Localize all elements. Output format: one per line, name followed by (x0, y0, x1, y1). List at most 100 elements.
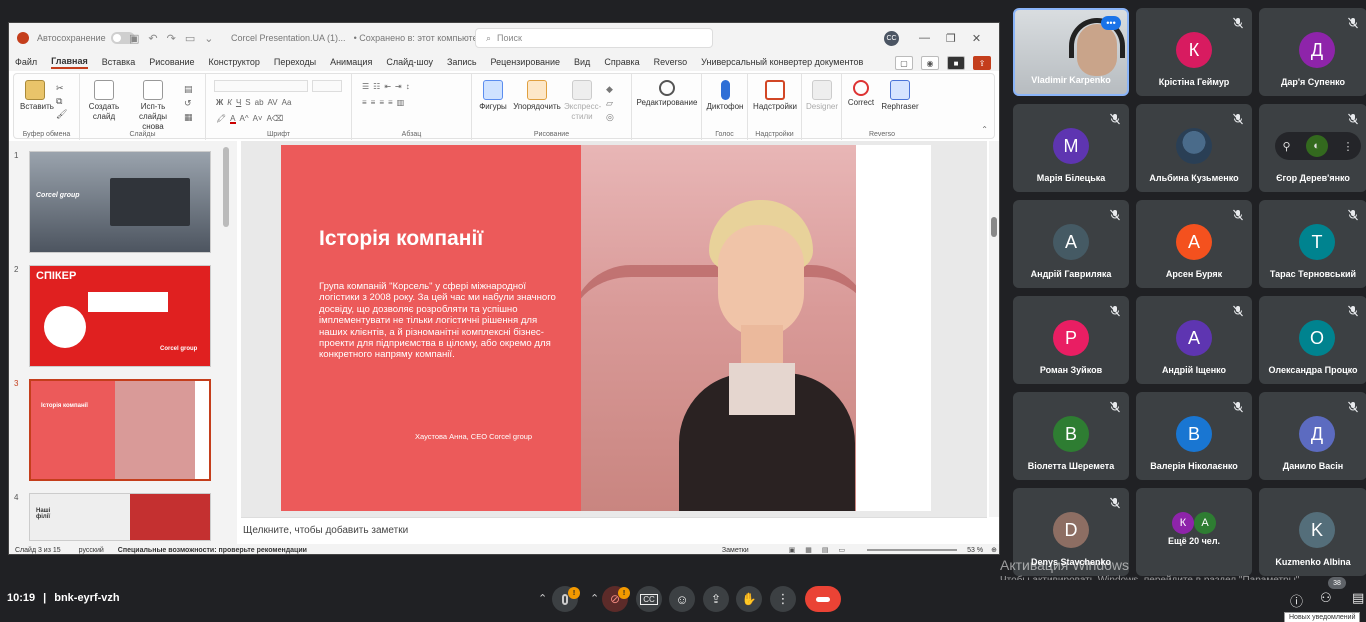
view-buttons[interactable]: ▣▦▤▭ (789, 546, 855, 554)
addins-button[interactable]: Надстройки (752, 80, 798, 112)
emoji-button[interactable]: ☺ (669, 586, 695, 612)
ribbon-tab[interactable]: Рецензирование (491, 57, 561, 67)
spacing-icon[interactable]: AV (268, 98, 278, 108)
fit-slide-icon[interactable]: ⊕ (991, 546, 997, 554)
ribbon-tab[interactable]: Запись (447, 57, 477, 67)
editing-button[interactable]: Редактирование (636, 80, 698, 108)
slide-thumb-1[interactable]: Corcel group (29, 151, 211, 253)
participant-tile[interactable]: К Крістіна Геймур (1136, 8, 1252, 96)
notes-toggle[interactable]: Заметки (722, 547, 749, 554)
arrange-button[interactable]: Упорядочить (512, 80, 562, 112)
highlight-icon[interactable]: 🖍 (216, 114, 226, 124)
strike-icon[interactable]: S (245, 98, 250, 108)
participant-tile[interactable]: О Олександра Процко (1259, 296, 1366, 384)
reset-icon[interactable]: ↺ (184, 96, 193, 110)
camera-options-chevron-icon[interactable]: ⌃ (590, 592, 599, 605)
leave-call-button[interactable] (805, 586, 841, 612)
ribbon-tab[interactable]: Вид (574, 57, 590, 67)
collapse-ribbon-icon[interactable]: ⌃ (981, 125, 988, 134)
paste-button[interactable]: Вставить (20, 80, 54, 112)
minimize-icon[interactable]: — (919, 32, 930, 44)
pin-icon[interactable]: ⚲ (1282, 140, 1290, 153)
numbering-icon[interactable]: ☷ (373, 82, 380, 92)
mute-participant-icon[interactable]: ◐ (1305, 135, 1328, 157)
justify-icon[interactable]: ≡ (388, 98, 393, 108)
captions-button[interactable]: CC (636, 586, 662, 612)
font-size-select[interactable] (312, 80, 342, 92)
format-painter-icon[interactable]: 🖌 (56, 108, 67, 121)
slide-thumb-3-selected[interactable]: Історія компанії (29, 379, 211, 481)
chat-icon[interactable]: ▤ (1352, 590, 1364, 606)
language-status[interactable]: русский (79, 547, 104, 554)
ribbon-tab[interactable]: Справка (604, 57, 639, 67)
present-icon[interactable]: ▭ (185, 32, 195, 45)
restore-icon[interactable]: ❐ (946, 32, 956, 45)
present-teams-icon[interactable]: ■ (947, 56, 965, 70)
user-avatar[interactable]: CC (884, 31, 899, 46)
zoom-slider[interactable] (867, 549, 958, 551)
accessibility-status[interactable]: Специальные возможности: проверьте реком… (118, 547, 307, 554)
shapes-button[interactable]: Фигуры (478, 80, 508, 112)
scroll-thumb[interactable] (991, 217, 997, 237)
ribbon-tab[interactable]: Главная (51, 56, 88, 69)
people-icon[interactable]: ⚇ (1320, 590, 1332, 606)
shape-effects-icon[interactable]: ◎ (606, 110, 614, 124)
indent-more-icon[interactable]: ⇥ (395, 82, 402, 92)
participant-tile[interactable]: Т Тарас Терновський (1259, 200, 1366, 288)
participant-tile[interactable]: ••• Vladimir Karpenko (1013, 8, 1129, 96)
grow-font-icon[interactable]: A^ (240, 114, 249, 124)
ribbon-tab[interactable]: Рисование (149, 57, 194, 67)
rephraser-button[interactable]: Rephraser (880, 80, 920, 112)
slide-thumb-2[interactable]: СПІКЕР Corcel group (29, 265, 211, 367)
participant-tile[interactable]: ⚲ ◐ ⋮ Єгор Дерев'янко (1259, 104, 1366, 192)
more-options-button[interactable]: ⋮ (770, 586, 796, 612)
meeting-info-icon[interactable]: ⓘ (1290, 591, 1303, 610)
participant-tile[interactable]: А Арсен Буряк (1136, 200, 1252, 288)
clear-format-icon[interactable]: A⌫ (267, 114, 284, 124)
participant-tile[interactable]: В Віолетта Шеремета (1013, 392, 1129, 480)
participant-tile[interactable]: В Валерія Ніколаєнко (1136, 392, 1252, 480)
raise-hand-button[interactable]: ✋ (736, 586, 762, 612)
ribbon-tab[interactable]: Вставка (102, 57, 135, 67)
correct-button[interactable]: Correct (844, 80, 878, 108)
quick-styles-button[interactable]: Экспресс-стили (564, 80, 601, 122)
underline-icon[interactable]: Ч (236, 98, 241, 108)
shrink-font-icon[interactable]: A˅ (253, 114, 263, 124)
case-icon[interactable]: Aa (282, 98, 292, 108)
line-spacing-icon[interactable]: ↕ (406, 82, 410, 92)
cut-icon[interactable]: ✂ (56, 82, 67, 95)
close-icon[interactable]: ✕ (972, 32, 981, 45)
slide-scrollbar[interactable] (989, 141, 999, 517)
bold-icon[interactable]: Ж (216, 98, 223, 108)
font-color-icon[interactable]: A (230, 114, 236, 124)
current-slide[interactable]: Історія компанії Група компаній "Корсель… (281, 145, 931, 511)
align-center-icon[interactable]: ≡ (371, 98, 376, 108)
align-right-icon[interactable]: ≡ (379, 98, 384, 108)
shadow-icon[interactable]: ab (255, 98, 264, 108)
mic-options-chevron-icon[interactable]: ⌃ (538, 592, 547, 605)
designer-button[interactable]: Designer (804, 80, 840, 112)
ribbon-tab[interactable]: Конструктор (209, 57, 260, 67)
layout-icon[interactable]: ▤ (184, 82, 193, 96)
more-options-icon[interactable]: ••• (1101, 16, 1121, 30)
undo-icon[interactable]: ↶ (148, 32, 157, 45)
reuse-slides-button[interactable]: Исп-ть слайды снова (128, 80, 178, 132)
ribbon-tab[interactable]: Слайд-шоу (386, 57, 433, 67)
shape-outline-icon[interactable]: ▱ (606, 96, 614, 110)
participant-tile[interactable]: Р Роман Зуйков (1013, 296, 1129, 384)
participant-tile[interactable]: Д Дар'я Супенко (1259, 8, 1366, 96)
shape-fill-icon[interactable]: ◆ (606, 82, 614, 96)
qat-more-icon[interactable]: ⌄ (204, 32, 213, 45)
participant-tile[interactable]: А Андрій Іщенко (1136, 296, 1252, 384)
share-icon[interactable]: ⇪ (973, 56, 991, 70)
participant-tile[interactable]: K Kuzmenko Albina (1259, 488, 1366, 576)
thumbs-scrollbar[interactable] (223, 147, 229, 227)
redo-icon[interactable]: ↷ (167, 32, 176, 45)
participant-tile[interactable]: А Андрій Гавриляка (1013, 200, 1129, 288)
ribbon-tab[interactable]: Переходы (274, 57, 316, 67)
dictate-button[interactable]: Диктофон (706, 80, 744, 112)
more-vert-icon[interactable]: ⋮ (1342, 140, 1353, 153)
ribbon-tab[interactable]: Универсальный конвертер документов (701, 57, 863, 67)
participant-tile[interactable]: Д Данило Васін (1259, 392, 1366, 480)
notes-pane[interactable]: Щелкните, чтобы добавить заметки (241, 517, 987, 544)
